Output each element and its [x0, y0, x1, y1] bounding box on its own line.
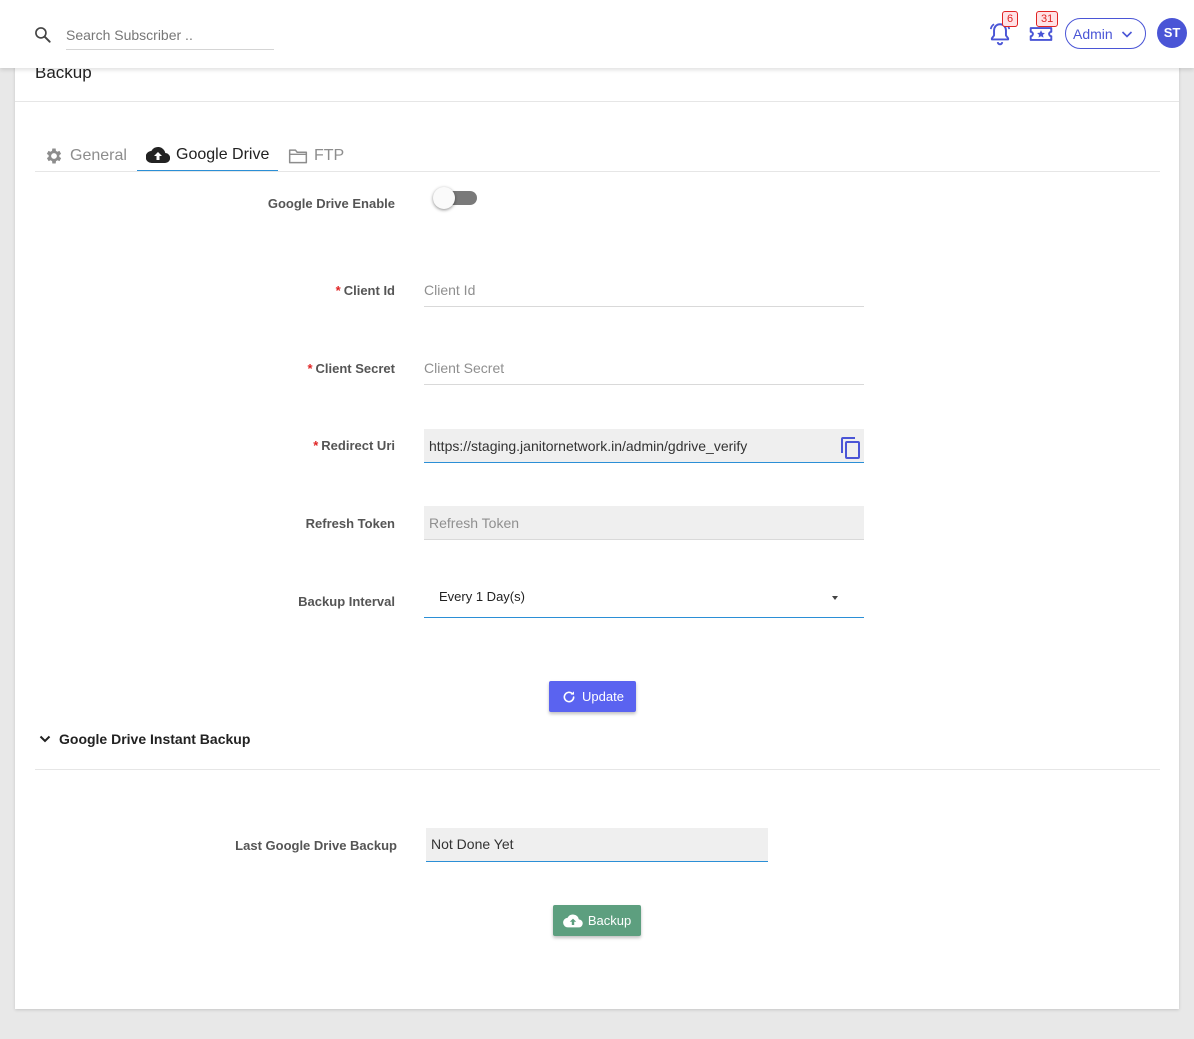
instant-backup-header[interactable]: Google Drive Instant Backup: [39, 731, 250, 747]
chevron-down-icon: [1121, 31, 1133, 38]
backup-interval-select[interactable]: Every 1 Day(s): [424, 580, 864, 618]
last-backup-value: Not Done Yet: [426, 828, 768, 862]
refresh-token-label: Refresh Token: [305, 516, 395, 531]
google-drive-enable-toggle[interactable]: [433, 187, 479, 209]
redirect-uri-label: * Redirect Uri: [195, 438, 395, 453]
gear-icon: [46, 148, 62, 164]
last-backup-label: Last Google Drive Backup: [235, 838, 397, 853]
tab-google-drive-label: Google Drive: [176, 146, 270, 163]
tab-google-drive[interactable]: Google Drive: [137, 140, 279, 172]
tabs-divider: [35, 171, 1160, 172]
user-menu-label: Admin: [1073, 25, 1113, 42]
tickets-badge: 31: [1036, 11, 1059, 27]
card-divider: [15, 101, 1179, 102]
update-button[interactable]: Update: [549, 681, 636, 712]
required-marker: *: [335, 283, 341, 298]
search-icon[interactable]: [33, 25, 53, 45]
backup-button-label: Backup: [587, 913, 632, 928]
backup-interval-label: Backup Interval: [298, 594, 395, 609]
update-button-label: Update: [582, 689, 624, 704]
tab-general-label: General: [70, 147, 127, 164]
section-divider: [35, 769, 1160, 770]
toggle-knob: [433, 187, 455, 209]
refresh-icon: [563, 690, 575, 702]
client-id-label-text: Client Id: [343, 283, 395, 298]
top-bar: 6 31 Admin ST: [0, 0, 1194, 68]
client-id-input[interactable]: [424, 273, 864, 307]
client-secret-label-text: Client Secret: [315, 361, 395, 376]
tab-ftp-label: FTP: [314, 147, 345, 164]
backup-card: Backup General Google Drive FTP Google D…: [15, 52, 1179, 1009]
client-secret-input[interactable]: [424, 351, 864, 385]
backup-interval-value: Every 1 Day(s): [439, 589, 525, 604]
instant-backup-title: Google Drive Instant Backup: [59, 731, 251, 747]
refresh-token-input: [424, 506, 864, 540]
required-marker: *: [307, 361, 313, 376]
required-marker: *: [313, 438, 319, 453]
notifications-badge: 6: [1002, 11, 1019, 27]
redirect-uri-input[interactable]: [424, 429, 864, 463]
tab-general[interactable]: General: [44, 140, 127, 172]
user-menu-button[interactable]: Admin: [1065, 18, 1146, 49]
google-drive-enable-label: Google Drive Enable: [267, 196, 395, 211]
cloud-upload-icon: [146, 146, 170, 164]
dropdown-caret-icon: [832, 596, 838, 600]
avatar[interactable]: ST: [1157, 18, 1187, 48]
client-secret-label: * Client Secret: [195, 361, 395, 376]
search-input[interactable]: [66, 20, 274, 50]
backup-button[interactable]: Backup: [553, 905, 641, 936]
chevron-down-icon: [39, 735, 51, 743]
folder-icon: [288, 149, 308, 164]
redirect-uri-label-text: Redirect Uri: [321, 438, 395, 453]
tab-ftp[interactable]: FTP: [288, 140, 344, 172]
cloud-upload-icon: [562, 914, 583, 927]
client-id-label: * Client Id: [195, 283, 395, 298]
copy-icon[interactable]: [839, 436, 863, 460]
